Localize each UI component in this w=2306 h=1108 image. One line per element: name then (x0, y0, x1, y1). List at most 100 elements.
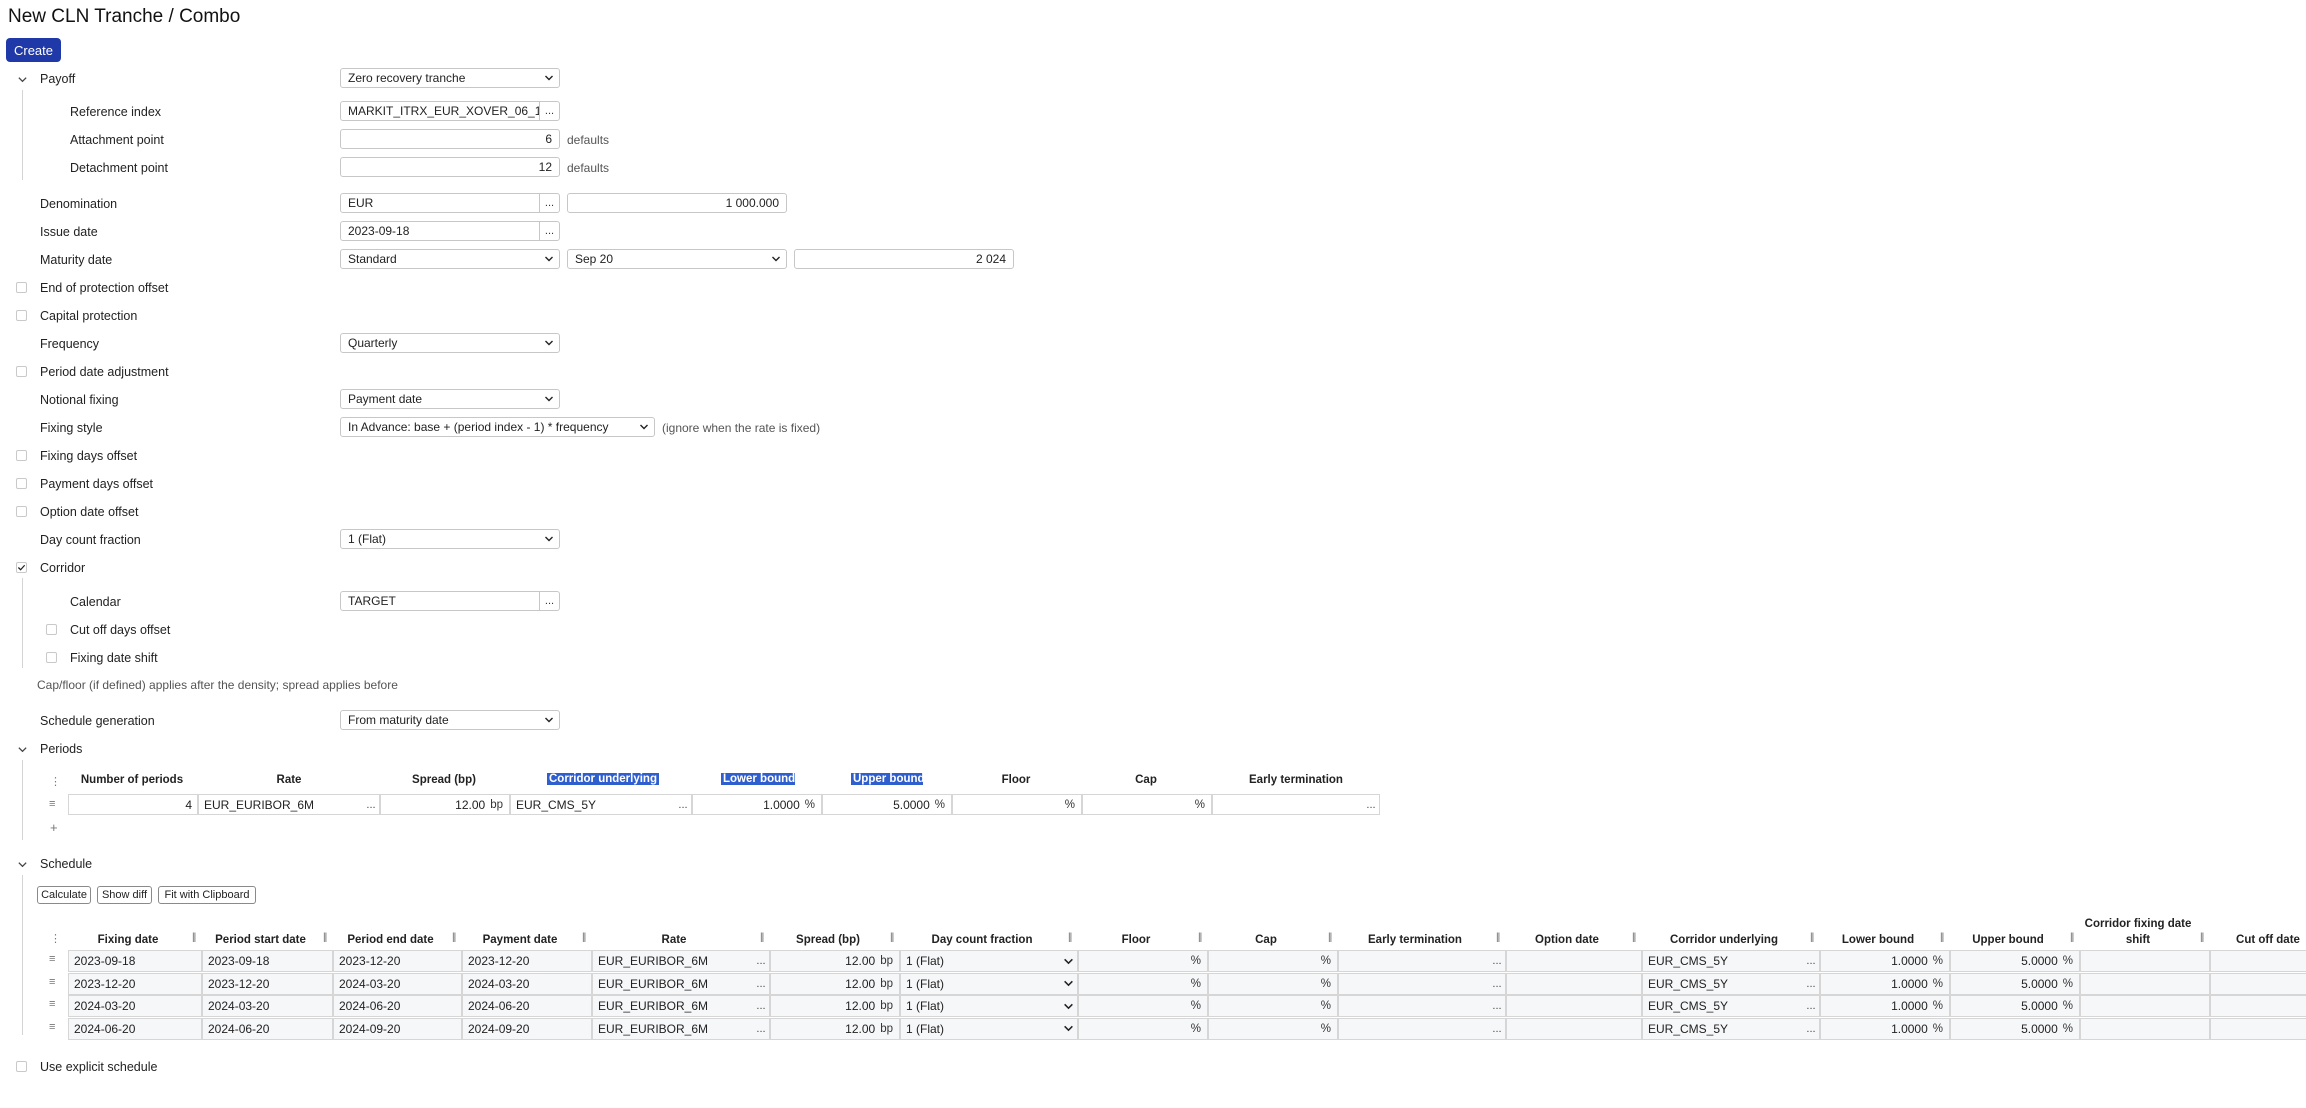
schedule-cell-col10[interactable] (1506, 972, 1642, 995)
column-resize-handle[interactable]: || (1810, 932, 1814, 943)
schedule-cell-lower[interactable]: 1.0000% (1820, 1017, 1950, 1040)
schedule-cell-lower[interactable]: 1.0000% (1820, 950, 1950, 972)
browse-button[interactable]: ... (753, 978, 769, 990)
periods-spread-input[interactable]: 12.00 bp (380, 794, 510, 815)
drag-handle-icon[interactable]: ≡ (49, 798, 55, 810)
schedule-cell-end[interactable]: 2024-06-20 (333, 995, 462, 1017)
schedule-cell-col8[interactable]: % (1208, 950, 1338, 972)
schedule-cell-col8[interactable]: % (1208, 972, 1338, 995)
frequency-select[interactable]: Quarterly (340, 333, 560, 353)
schedule-cell-dcf[interactable]: 1 (Flat) (900, 995, 1078, 1017)
schedule-cell-start[interactable]: 2023-12-20 (202, 972, 333, 995)
fixing-days-offset-checkbox[interactable] (16, 450, 27, 461)
schedule-cell-rate[interactable]: EUR_EURIBOR_6M... (592, 972, 770, 995)
schedule-cell-rate[interactable]: EUR_EURIBOR_6M... (592, 1017, 770, 1040)
schedule-cell-spread[interactable]: 12.00 bp (770, 995, 900, 1017)
schedule-cell-upper[interactable]: 5.0000% (1950, 950, 2080, 972)
column-resize-handle[interactable]: || (582, 932, 586, 943)
periods-corridor-underlying-field[interactable]: EUR_CMS_5Y... (510, 794, 692, 815)
schedule-cell-col9[interactable]: ... (1338, 1017, 1506, 1040)
periods-number-input[interactable]: 4 (68, 794, 198, 815)
browse-button[interactable]: ... (1803, 1023, 1819, 1035)
periods-floor-input[interactable]: % (952, 794, 1082, 815)
schedule-cell-fixing[interactable]: 2023-09-18 (68, 950, 202, 972)
vertical-dots-icon[interactable]: ⋮ (50, 932, 61, 945)
drag-handle-icon[interactable]: ≡ (49, 976, 55, 988)
schedule-cell-fixing[interactable]: 2023-12-20 (68, 972, 202, 995)
issue-date-field[interactable]: 2023-09-18 ... (340, 221, 560, 241)
schedule-cell-col14[interactable] (2080, 950, 2210, 972)
schedule-cell-spread[interactable]: 12.00 bp (770, 972, 900, 995)
reference-index-browse-button[interactable]: ... (539, 102, 559, 120)
fit-with-clipboard-button[interactable]: Fit with Clipboard (158, 886, 256, 904)
period-date-adjustment-checkbox[interactable] (16, 366, 27, 377)
attachment-point-input[interactable]: 6 (340, 129, 560, 149)
column-resize-handle[interactable]: || (1940, 932, 1944, 943)
column-resize-handle[interactable]: || (1328, 932, 1332, 943)
payoff-collapse-chevron-icon[interactable] (16, 73, 28, 85)
schedule-cell-col14[interactable] (2080, 995, 2210, 1017)
show-diff-button[interactable]: Show diff (97, 886, 152, 904)
periods-early-termination-field[interactable]: ... (1212, 794, 1380, 815)
denomination-amount-input[interactable]: 1 000.000 (567, 193, 787, 213)
periods-collapse-chevron-icon[interactable] (16, 743, 28, 755)
schedule-cell-spread[interactable]: 12.00 bp (770, 1017, 900, 1040)
drag-handle-icon[interactable]: ≡ (49, 953, 55, 965)
cut-off-days-offset-checkbox[interactable] (46, 624, 57, 635)
browse-button[interactable]: ... (1803, 978, 1819, 990)
fixing-style-select[interactable]: In Advance: base + (period index - 1) * … (340, 417, 655, 437)
schedule-cell-lower[interactable]: 1.0000% (1820, 972, 1950, 995)
schedule-cell-dcf[interactable]: 1 (Flat) (900, 950, 1078, 972)
column-resize-handle[interactable]: || (2070, 932, 2074, 943)
detachment-point-input[interactable]: 12 (340, 157, 560, 177)
maturity-month-select[interactable]: Sep 20 (567, 249, 787, 269)
schedule-generation-select[interactable]: From maturity date (340, 710, 560, 730)
periods-cap-input[interactable]: % (1082, 794, 1212, 815)
maturity-year-input[interactable]: 2 024 (794, 249, 1014, 269)
browse-button[interactable]: ... (753, 1023, 769, 1035)
corridor-checkbox[interactable] (16, 562, 27, 573)
schedule-cell-start[interactable]: 2024-06-20 (202, 1017, 333, 1040)
schedule-cell-end[interactable]: 2024-09-20 (333, 1017, 462, 1040)
schedule-cell-lower[interactable]: 1.0000% (1820, 995, 1950, 1017)
periods-rate-field[interactable]: EUR_EURIBOR_6M... (198, 794, 380, 815)
schedule-cell-col7[interactable]: % (1078, 950, 1208, 972)
column-resize-handle[interactable]: || (1198, 932, 1202, 943)
schedule-cell-rate[interactable]: EUR_EURIBOR_6M... (592, 995, 770, 1017)
schedule-cell-col14[interactable] (2080, 972, 2210, 995)
periods-upper-bound-input[interactable]: 5.0000% (822, 794, 952, 815)
schedule-cell-col7[interactable]: % (1078, 1017, 1208, 1040)
calendar-field[interactable]: TARGET ... (340, 591, 560, 611)
schedule-cell-payment[interactable]: 2024-06-20 (462, 995, 592, 1017)
schedule-cell-underlying[interactable]: EUR_CMS_5Y... (1642, 995, 1820, 1017)
calendar-browse-button[interactable]: ... (539, 592, 559, 610)
column-resize-handle[interactable]: || (890, 932, 894, 943)
schedule-cell-fixing[interactable]: 2024-06-20 (68, 1017, 202, 1040)
fixing-date-shift-checkbox[interactable] (46, 652, 57, 663)
drag-handle-icon[interactable]: ≡ (49, 1021, 55, 1033)
schedule-cell-spread[interactable]: 12.00 bp (770, 950, 900, 972)
column-resize-handle[interactable]: || (760, 932, 764, 943)
schedule-cell-upper[interactable]: 5.0000% (1950, 972, 2080, 995)
periods-early-termination-browse-button[interactable]: ... (1363, 799, 1379, 811)
denomination-currency-field[interactable]: EUR ... (340, 193, 560, 213)
browse-button[interactable]: ... (1489, 978, 1505, 990)
schedule-cell-payment[interactable]: 2024-03-20 (462, 972, 592, 995)
calculate-button[interactable]: Calculate (37, 886, 91, 904)
schedule-cell-col10[interactable] (1506, 995, 1642, 1017)
column-resize-handle[interactable]: || (1632, 932, 1636, 943)
browse-button[interactable]: ... (753, 955, 769, 967)
schedule-cell-upper[interactable]: 5.0000% (1950, 1017, 2080, 1040)
schedule-cell-start[interactable]: 2024-03-20 (202, 995, 333, 1017)
schedule-cell-start[interactable]: 2023-09-18 (202, 950, 333, 972)
column-resize-handle[interactable]: || (192, 932, 196, 943)
browse-button[interactable]: ... (1489, 1000, 1505, 1012)
column-resize-handle[interactable]: || (1068, 932, 1072, 943)
browse-button[interactable]: ... (1489, 1023, 1505, 1035)
denomination-browse-button[interactable]: ... (539, 194, 559, 212)
schedule-cell-col10[interactable] (1506, 950, 1642, 972)
periods-corridor-underlying-browse-button[interactable]: ... (675, 799, 691, 811)
schedule-cell-col9[interactable]: ... (1338, 972, 1506, 995)
create-button[interactable]: Create (6, 38, 61, 62)
maturity-rule-select[interactable]: Standard (340, 249, 560, 269)
